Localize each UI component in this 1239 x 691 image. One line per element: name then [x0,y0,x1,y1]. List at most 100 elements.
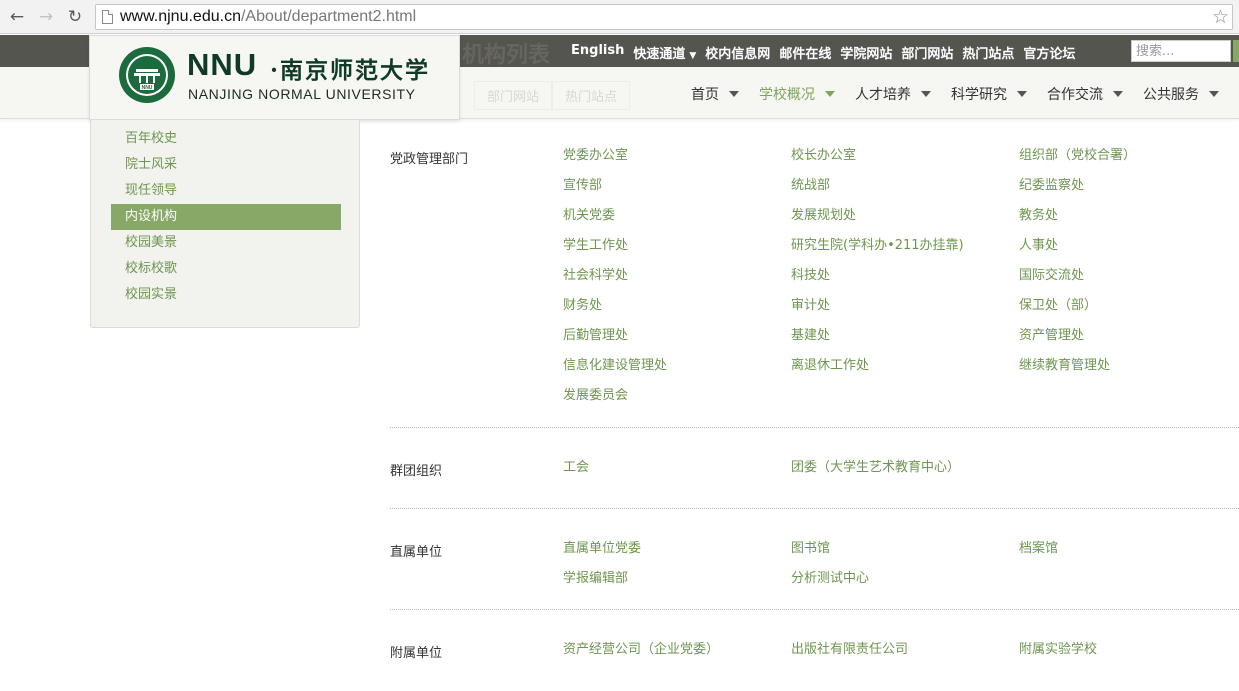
section-title: 群团组织 [390,464,443,479]
menu-about-label: 学校概况 [759,87,815,103]
department-listing: 党政管理部门 党委办公室 校长办公室 组织部（党校合署） 宣传部 统战部 纪委监察处机关党委… [390,144,1239,670]
section-title: 附属单位 [390,646,443,661]
sidebar-item-leaders[interactable]: 现任领导 [111,178,341,204]
department-link[interactable]: 机关党委 [563,204,791,234]
caret-down-icon: ▼ [689,51,697,61]
department-link[interactable]: 党委办公室 [563,144,791,174]
department-link[interactable]: 直属单位党委 [563,537,791,567]
link-hot-sites[interactable]: 热门站点 [962,43,1014,62]
chevron-down-icon [825,91,835,97]
department-link[interactable]: 档案馆 [1019,537,1239,567]
department-link[interactable]: 资产管理处 [1019,324,1239,354]
department-link[interactable]: 继续教育管理处 [1019,354,1239,384]
link-campus-info[interactable]: 校内信息网 [705,43,770,62]
search-button[interactable] [1233,40,1239,62]
department-link[interactable]: 发展委员会 [563,384,791,414]
bookmark-star-icon[interactable]: ☆ [1212,6,1229,28]
department-link[interactable]: 教务处 [1019,204,1239,234]
department-link[interactable]: 纪委监察处 [1019,174,1239,204]
department-link[interactable]: 统战部 [791,174,1019,204]
department-link[interactable]: 工会 [563,456,791,486]
menu-about[interactable]: 学校概况 [759,84,835,104]
department-link[interactable]: 团委（大学生艺术教育中心） [791,456,1019,486]
department-link[interactable]: 审计处 [791,294,1019,324]
site-logo[interactable]: NNU NNU ·南京师范大学 NANJING NORMAL UNIVERSIT… [89,35,460,120]
department-link[interactable]: 基建处 [791,324,1019,354]
sidebar-item-academicians[interactable]: 院士风采 [111,152,341,178]
sidebar-item-departments[interactable]: 内设机构 [111,204,341,230]
chevron-down-icon [1113,91,1123,97]
menu-public-service-label: 公共服务 [1143,87,1199,103]
link-mail[interactable]: 邮件在线 [779,43,831,62]
ghost-tabs: 部门网站 热门站点 [474,81,631,110]
reload-icon[interactable]: ↻ [64,6,86,28]
chevron-down-icon [1209,91,1219,97]
section-party-admin: 党政管理部门 党委办公室 校长办公室 组织部（党校合署） 宣传部 统战部 纪委监察处机关党委… [390,144,1239,428]
sidebar-item-history[interactable]: 百年校史 [111,126,341,152]
menu-research-label: 科学研究 [951,87,1007,103]
department-link[interactable]: 资产经营公司（企业党委） [563,638,791,668]
sidebar: 百年校史 院士风采 现任领导 内设机构 校园美景 校标校歌 校园实景 [90,120,360,328]
menu-home[interactable]: 首页 [691,84,739,104]
sidebar-item-emblem-song[interactable]: 校标校歌 [111,256,341,282]
logo-chinese-name: ·南京师范大学 [270,57,431,84]
department-link[interactable]: 科技处 [791,264,1019,294]
department-link[interactable]: 保卫处（部） [1019,294,1239,324]
url-host: www.njnu.edu.cn [120,8,241,25]
back-arrow-icon[interactable]: ← [6,6,28,28]
department-link[interactable]: 国际交流处 [1019,264,1239,294]
url-path: /About/department2.html [240,8,417,25]
link-quick-access[interactable]: 快速通道 ▼ [633,43,696,62]
department-link[interactable]: 发展规划处 [791,204,1019,234]
section-affiliated-units: 附属单位 资产经营公司（企业党委） 出版社有限责任公司 附属实验学校 [390,610,1239,670]
chevron-down-icon [1017,91,1027,97]
department-link[interactable]: 信息化建设管理处 [563,354,791,384]
department-links: 工会 团委（大学生艺术教育中心） [563,456,1239,486]
section-title: 党政管理部门 [390,152,469,167]
browser-toolbar: ← → ↻ www.njnu.edu.cn/About/department2.… [0,0,1239,34]
department-link[interactable]: 社会科学处 [563,264,791,294]
sidebar-menu: 百年校史 院士风采 现任领导 内设机构 校园美景 校标校歌 校园实景 [111,126,341,308]
department-link[interactable]: 离退休工作处 [791,354,1019,384]
logo-english-name: NANJING NORMAL UNIVERSITY [188,86,416,102]
department-link[interactable]: 学报编辑部 [563,567,791,597]
page-icon [102,10,113,24]
link-english[interactable]: English [571,43,624,62]
link-forum[interactable]: 官方论坛 [1023,43,1075,62]
menu-public-service[interactable]: 公共服务 [1143,84,1219,104]
ghost-tab: 热门站点 [552,81,631,110]
top-links: English 快速通道 ▼ 校内信息网 邮件在线 学院网站 部门网站 热门站点 … [571,43,1075,62]
department-link[interactable]: 财务处 [563,294,791,324]
url-text[interactable]: www.njnu.edu.cn/About/department2.html [120,8,416,26]
department-link[interactable]: 宣传部 [563,174,791,204]
sidebar-item-scenery[interactable]: 校园美景 [111,230,341,256]
section-mass-orgs: 群团组织 工会 团委（大学生艺术教育中心） [390,428,1239,509]
department-link[interactable]: 附属实验学校 [1019,638,1239,668]
sidebar-item-campus-views[interactable]: 校园实景 [111,282,341,308]
department-link[interactable]: 学生工作处 [563,234,791,264]
emblem-label: NNU [142,85,153,91]
address-bar[interactable]: www.njnu.edu.cn/About/department2.html ☆ [95,4,1233,30]
section-direct-units: 直属单位 直属单位党委 图书馆 档案馆 学报编辑部 分析测试中心 [390,509,1239,610]
chevron-down-icon [921,91,931,97]
forward-arrow-icon[interactable]: → [35,6,57,28]
menu-research[interactable]: 科学研究 [951,84,1027,104]
department-link[interactable]: 校长办公室 [791,144,1019,174]
department-link[interactable]: 人事处 [1019,234,1239,264]
search-input[interactable] [1131,40,1231,62]
department-link[interactable]: 图书馆 [791,537,1019,567]
department-link[interactable]: 研究生院(学科办•211办挂靠) [791,234,1019,264]
main-menu: 首页 学校概况 人才培养 科学研究 合作交流 公共服务 [691,84,1219,104]
ghost-tab: 部门网站 [474,81,553,110]
department-link[interactable]: 分析测试中心 [791,567,1019,597]
page-heading-ghost: 机构列表 [462,43,551,68]
department-link[interactable]: 后勤管理处 [563,324,791,354]
menu-education[interactable]: 人才培养 [855,84,931,104]
link-department-sites[interactable]: 部门网站 [901,43,953,62]
department-link[interactable]: 组织部（党校合署） [1019,144,1239,174]
logo-abbr: NNU [187,47,258,82]
menu-cooperation[interactable]: 合作交流 [1047,84,1123,104]
department-links: 直属单位党委 图书馆 档案馆学报编辑部 分析测试中心 [563,537,1239,597]
link-college-sites[interactable]: 学院网站 [840,43,892,62]
department-link[interactable]: 出版社有限责任公司 [791,638,1019,668]
